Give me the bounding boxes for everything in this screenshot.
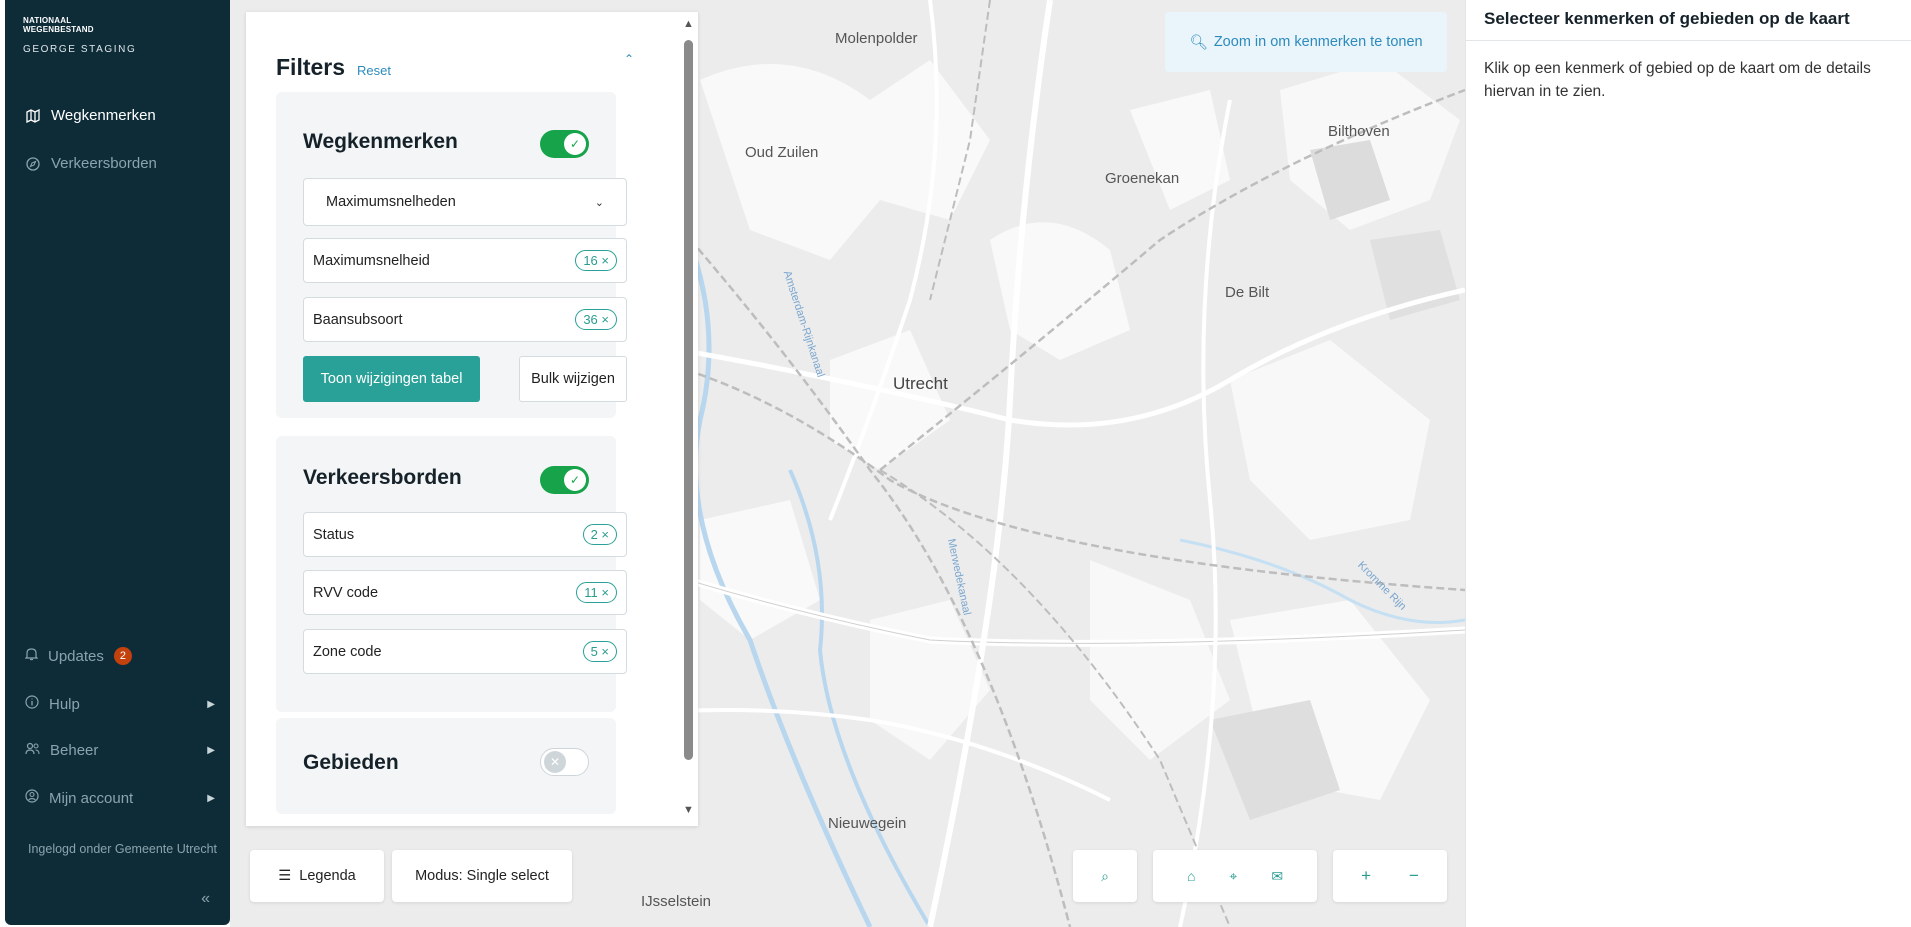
- verkeersborden-title: Verkeersborden: [303, 466, 462, 489]
- sidebar-item-label: Verkeersborden: [51, 155, 157, 172]
- filter-label: Baansubsoort: [313, 311, 403, 328]
- reset-link[interactable]: Reset: [357, 63, 391, 78]
- filter-count-chip[interactable]: 5 ×: [582, 641, 617, 662]
- sidebar-item-label: Hulp: [49, 695, 80, 713]
- show-changes-table-button[interactable]: Toon wijzigingen tabel: [303, 356, 480, 402]
- filter-maximumsnelheid[interactable]: Maximumsnelheid 16 ×: [303, 238, 627, 283]
- info-icon: [25, 695, 39, 713]
- home-icon[interactable]: ⌂: [1187, 868, 1195, 884]
- brand-line-1: NATIONAAL: [23, 16, 72, 25]
- account-icon: [25, 789, 39, 807]
- zoom-controls: + −: [1333, 850, 1447, 902]
- map-icon: [25, 108, 41, 124]
- sidebar-item-mijn-account[interactable]: Mijn account ▶: [25, 789, 215, 807]
- filter-baansubsoort[interactable]: Baansubsoort 36 ×: [303, 297, 627, 342]
- verkeersborden-toggle[interactable]: ✓: [540, 466, 589, 494]
- zoom-out-icon[interactable]: −: [1409, 866, 1419, 886]
- map-label-bilthoven: Bilthoven: [1328, 123, 1390, 140]
- locate-icon[interactable]: ⌖: [1229, 868, 1237, 885]
- logged-in-text: Ingelogd onder Gemeente Utrecht: [27, 842, 217, 856]
- scrollbar-thumb[interactable]: [684, 40, 693, 760]
- sidebar-item-wegkenmerken[interactable]: Wegkenmerken: [25, 107, 156, 124]
- map-tools-group: ⌂ ⌖ ✉: [1153, 850, 1317, 902]
- sidebar-item-verkeersborden[interactable]: Verkeersborden: [25, 155, 157, 172]
- details-divider: [1466, 40, 1911, 41]
- caret-right-icon: ▶: [207, 698, 215, 710]
- filter-label: Status: [313, 526, 355, 543]
- caret-right-icon: ▶: [207, 745, 215, 756]
- wegkenmerken-select[interactable]: Maximumsnelheden ⌄: [303, 178, 627, 226]
- sidebar-item-updates[interactable]: Updates 2: [24, 647, 215, 665]
- filter-count-chip[interactable]: 2 ×: [582, 524, 617, 545]
- wegkenmerken-title: Wegkenmerken: [303, 130, 458, 153]
- filter-label: RVV code: [313, 584, 379, 601]
- wegkenmerken-card: Wegkenmerken ✓ Maximumsnelheden ⌄ Maximu…: [276, 92, 627, 418]
- chevron-up-icon[interactable]: ⌃: [624, 52, 634, 66]
- zoom-hint-text: Zoom in om kenmerken te tonen: [1213, 34, 1423, 50]
- filter-rvv-code[interactable]: RVV code 11 ×: [303, 570, 627, 615]
- zoom-search-icon: 🔍︎: [1189, 34, 1208, 51]
- details-text: Klik op een kenmerk of gebied op de kaar…: [1484, 60, 1871, 100]
- mail-icon[interactable]: ✉: [1271, 868, 1283, 885]
- scroll-up-arrow[interactable]: ▲: [683, 18, 694, 30]
- wegkenmerken-toggle[interactable]: ✓: [540, 130, 589, 158]
- map-label-nieuwegein: Nieuwegein: [828, 815, 907, 832]
- filter-zone-code[interactable]: Zone code 5 ×: [303, 629, 627, 674]
- verkeersborden-card: Verkeersborden ✓ Status 2 × RVV code 11 …: [276, 436, 627, 712]
- gebieden-toggle[interactable]: ✕: [540, 748, 589, 776]
- collapse-sidebar-icon[interactable]: «: [201, 890, 210, 908]
- details-panel: Selecteer kenmerken of gebieden op de ka…: [1465, 0, 1911, 927]
- search-icon: ⌕: [1101, 867, 1109, 884]
- list-icon: ☰: [278, 868, 292, 884]
- map-label-utrecht: Utrecht: [893, 374, 948, 393]
- map-label-molenpolder: Molenpolder: [835, 30, 918, 47]
- x-icon: ✕: [544, 751, 566, 773]
- check-icon: ✓: [564, 469, 586, 491]
- sidebar-item-label: Mijn account: [49, 789, 134, 807]
- filters-panel: Filters Reset ⌃ ▲ ▼ Wegkenmerken ✓ Maxim…: [246, 12, 698, 826]
- filter-label: Zone code: [313, 643, 382, 660]
- users-icon: [25, 742, 40, 759]
- mode-button[interactable]: Modus: Single select: [392, 850, 572, 902]
- compass-icon: [25, 156, 41, 172]
- gebieden-card: Gebieden ✕: [276, 718, 616, 814]
- filter-count-chip[interactable]: 36 ×: [575, 309, 617, 330]
- brand-logo: NATIONAAL WEGENBESTAND GEORGE STAGING: [23, 16, 136, 55]
- bell-icon: [24, 647, 39, 665]
- map-label-de-bilt: De Bilt: [1225, 284, 1270, 301]
- sidebar-item-label: Beheer: [50, 742, 99, 759]
- zoom-hint-banner: 🔍︎ Zoom in om kenmerken te tonen: [1165, 12, 1447, 72]
- details-title: Selecteer kenmerken of gebieden op de ka…: [1484, 9, 1850, 28]
- brand-line-2: WEGENBESTAND: [23, 25, 94, 34]
- map-label-groenekan: Groenekan: [1105, 170, 1180, 187]
- search-map-button[interactable]: ⌕: [1073, 850, 1137, 902]
- app-root: Molenpolder Oud Zuilen Groenekan Bilthov…: [0, 0, 1911, 927]
- chevron-down-icon: ⌄: [594, 196, 604, 209]
- legend-button-label: Legenda: [299, 868, 356, 884]
- map-label-oud-zuilen: Oud Zuilen: [745, 144, 819, 161]
- filter-count-chip[interactable]: 16 ×: [575, 250, 617, 271]
- mode-button-label: Modus: Single select: [415, 868, 549, 884]
- map-label-ijsselstein: IJsselstein: [641, 893, 712, 910]
- brand-environment: GEORGE STAGING: [23, 44, 137, 55]
- select-value: Maximumsnelheden: [326, 194, 456, 210]
- caret-right-icon: ▶: [207, 792, 215, 804]
- check-icon: ✓: [564, 133, 586, 155]
- filter-status[interactable]: Status 2 ×: [303, 512, 627, 557]
- sidebar: NATIONAAL WEGENBESTAND GEORGE STAGING We…: [5, 0, 230, 925]
- zoom-in-icon[interactable]: +: [1361, 866, 1371, 886]
- gebieden-title: Gebieden: [303, 751, 399, 774]
- sidebar-item-label: Wegkenmerken: [51, 107, 156, 124]
- scroll-down-arrow[interactable]: ▼: [683, 804, 694, 816]
- updates-badge: 2: [113, 647, 132, 665]
- filter-label: Maximumsnelheid: [313, 252, 430, 269]
- sidebar-item-hulp[interactable]: Hulp ▶: [25, 695, 215, 713]
- filters-header: Filters Reset: [276, 54, 391, 81]
- bulk-edit-button[interactable]: Bulk wijzigen: [519, 356, 627, 402]
- sidebar-item-beheer[interactable]: Beheer ▶: [25, 742, 215, 759]
- legend-button[interactable]: ☰ Legenda: [250, 850, 384, 902]
- sidebar-item-label: Updates: [48, 647, 104, 665]
- filters-title: Filters: [276, 54, 346, 80]
- filter-count-chip[interactable]: 11 ×: [576, 582, 617, 603]
